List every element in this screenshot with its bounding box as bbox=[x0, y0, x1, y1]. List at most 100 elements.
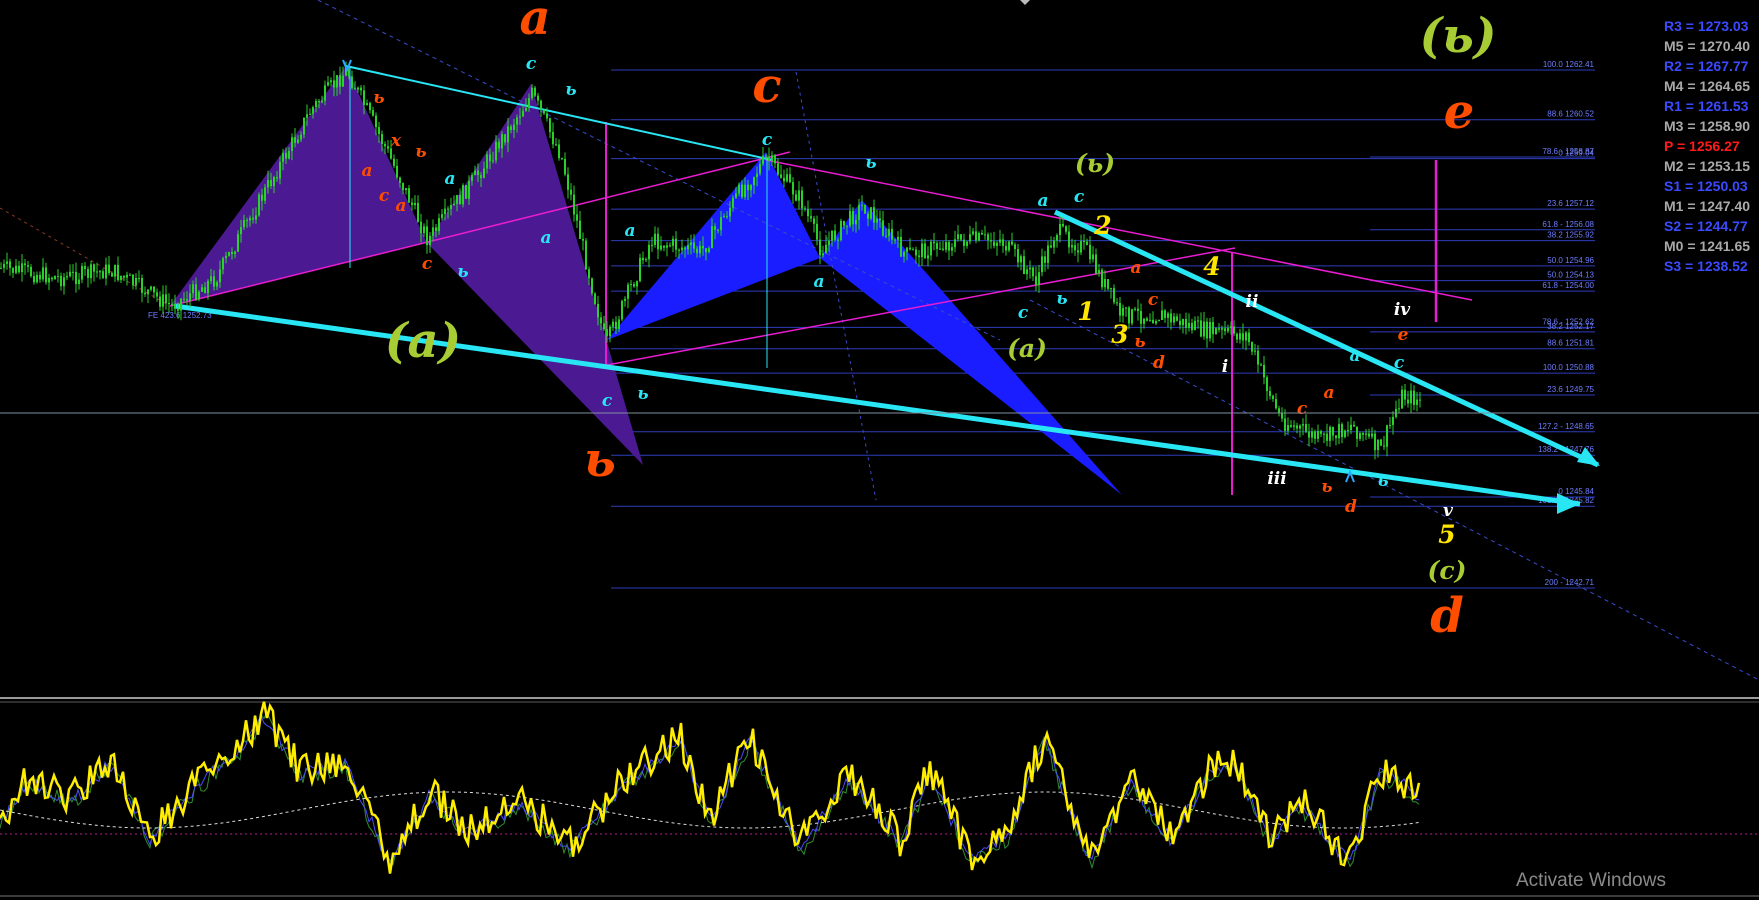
candle-body bbox=[672, 238, 674, 246]
candle-body bbox=[1035, 276, 1037, 285]
candle-body bbox=[1410, 390, 1412, 404]
wave-label: iv bbox=[1394, 300, 1411, 320]
candle-body bbox=[108, 264, 110, 274]
wave-label: d bbox=[1430, 588, 1464, 644]
candle-body bbox=[705, 248, 707, 253]
pivot-level: P = 1256.27 bbox=[1664, 138, 1740, 154]
candle-body bbox=[978, 232, 980, 241]
candle-body bbox=[1380, 439, 1382, 446]
candle-body bbox=[1029, 267, 1031, 270]
candle-body bbox=[873, 207, 875, 223]
candle-body bbox=[621, 300, 623, 320]
wave-label: 4 bbox=[1203, 252, 1220, 281]
candle-body bbox=[354, 88, 356, 90]
candle-body bbox=[858, 204, 860, 220]
candle-body bbox=[375, 115, 377, 128]
candle-body bbox=[1413, 390, 1415, 405]
wave-label: c bbox=[1297, 399, 1308, 419]
candle-body bbox=[204, 287, 206, 294]
pivot-level: S1 = 1250.03 bbox=[1664, 178, 1748, 194]
candle-body bbox=[12, 267, 14, 273]
candle-body bbox=[525, 108, 527, 111]
candle-body bbox=[129, 274, 131, 276]
candle-body bbox=[1401, 389, 1403, 409]
candle-body bbox=[75, 271, 77, 285]
candle-body bbox=[702, 245, 704, 249]
price-chart[interactable]: 100.0 1262.4188.6 1260.520 1259.0423.6 1… bbox=[0, 0, 1759, 900]
candle-body bbox=[1236, 333, 1238, 340]
candle-body bbox=[1182, 318, 1184, 326]
candle-body bbox=[618, 319, 620, 329]
wave-label: ь bbox=[865, 153, 876, 173]
candle-body bbox=[924, 243, 926, 259]
fib-level-label: 88.6 1251.81 bbox=[1547, 339, 1594, 348]
candle-body bbox=[726, 216, 728, 218]
candle-body bbox=[765, 155, 767, 157]
fib-right-label: 0 1245.84 bbox=[1558, 487, 1594, 496]
candle-body bbox=[174, 303, 176, 309]
candle-body bbox=[123, 275, 125, 278]
wave-label: x bbox=[390, 131, 402, 151]
candle-body bbox=[111, 273, 113, 277]
pivot-level: R3 = 1273.03 bbox=[1664, 18, 1749, 34]
wave-label: a bbox=[624, 221, 635, 241]
wave-label: ь bbox=[565, 80, 576, 100]
candle-body bbox=[1293, 425, 1295, 427]
candle-body bbox=[1080, 241, 1082, 253]
candle-body bbox=[795, 194, 797, 201]
candle-body bbox=[522, 110, 524, 117]
candle-body bbox=[843, 220, 845, 226]
candle-body bbox=[336, 75, 338, 88]
wave-label: iii bbox=[1267, 469, 1286, 489]
candle-body bbox=[444, 208, 446, 215]
candle-body bbox=[1314, 431, 1316, 439]
candle-body bbox=[999, 239, 1001, 243]
candle-body bbox=[1116, 302, 1118, 304]
candle-body bbox=[1389, 424, 1391, 426]
candle-body bbox=[597, 303, 599, 318]
candle-body bbox=[1197, 320, 1199, 322]
candle-body bbox=[912, 249, 914, 251]
candle-body bbox=[1173, 316, 1175, 323]
candle-body bbox=[1011, 241, 1013, 245]
candle-body bbox=[849, 210, 851, 226]
candle-body bbox=[1275, 399, 1277, 409]
candle-body bbox=[780, 174, 782, 178]
candle-body bbox=[1257, 350, 1259, 365]
candle-body bbox=[333, 80, 335, 88]
candle-body bbox=[1071, 245, 1073, 248]
candle-body bbox=[351, 76, 353, 89]
candle-body bbox=[1374, 433, 1376, 451]
candle-body bbox=[729, 207, 731, 217]
candle-body bbox=[276, 177, 278, 179]
fib-level-label: 100.0 1250.88 bbox=[1543, 363, 1595, 372]
candle-body bbox=[369, 103, 371, 111]
candle-body bbox=[483, 168, 485, 179]
candle-body bbox=[1224, 328, 1226, 332]
candle-body bbox=[585, 240, 587, 270]
candle-body bbox=[660, 245, 662, 250]
candle-body bbox=[975, 231, 977, 241]
candle-body bbox=[1404, 389, 1406, 400]
candle-body bbox=[1062, 223, 1064, 227]
candle-body bbox=[942, 248, 944, 250]
candle-body bbox=[1260, 364, 1262, 366]
candle-body bbox=[198, 291, 200, 300]
fib-right-label: 78.6 - 1258.87 bbox=[1542, 147, 1594, 156]
candle-body bbox=[216, 282, 218, 287]
candle-body bbox=[183, 298, 185, 300]
candle-body bbox=[570, 189, 572, 195]
fib-level-label: 50.0 1254.96 bbox=[1547, 256, 1594, 265]
candle-body bbox=[993, 241, 995, 246]
candle-body bbox=[477, 170, 479, 176]
wave-label: c bbox=[1148, 290, 1159, 310]
candle-body bbox=[87, 269, 89, 278]
harmonic-pattern-blue-2 bbox=[820, 200, 1122, 495]
candle-body bbox=[735, 193, 737, 198]
candle-body bbox=[1311, 431, 1313, 438]
wave-labels: aьcde(a)(ь)(ь)(a)(c)12345iiiiiiivvьaxьc a… bbox=[0, 0, 1497, 644]
candle-body bbox=[1179, 320, 1181, 326]
candle-body bbox=[60, 275, 62, 287]
candle-body bbox=[159, 296, 161, 307]
scroll-marker-icon[interactable] bbox=[1020, 0, 1030, 5]
